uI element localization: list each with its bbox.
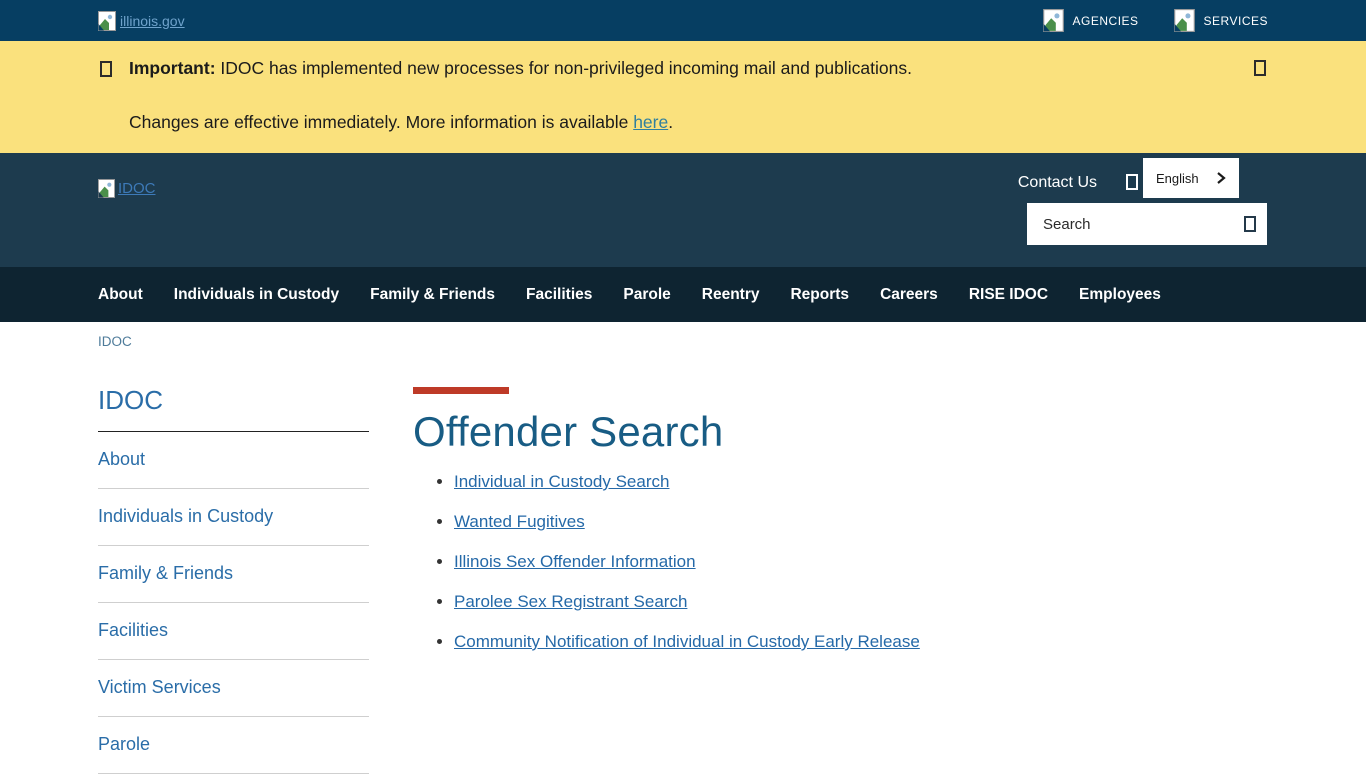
nav-item-reports[interactable]: Reports bbox=[790, 286, 849, 304]
broken-image-icon bbox=[98, 11, 116, 31]
link-illinois-sex-offender-information[interactable]: Illinois Sex Offender Information bbox=[454, 552, 696, 571]
broken-image-icon bbox=[1042, 9, 1065, 32]
alert-important-prefix: Important: bbox=[129, 58, 216, 78]
alert-here-link[interactable]: here bbox=[633, 112, 668, 132]
sidebar-item-about[interactable]: About bbox=[98, 432, 369, 489]
page-content: IDOC IDOC About Individuals in Custody F… bbox=[0, 322, 1366, 774]
nav-item-individuals-in-custody[interactable]: Individuals in Custody bbox=[174, 286, 339, 304]
nav-item-rise-idoc[interactable]: RISE IDOC bbox=[969, 286, 1048, 304]
contact-us-link[interactable]: Contact Us bbox=[1018, 174, 1097, 192]
alert-line-1: Important: IDOC has implemented new proc… bbox=[129, 58, 912, 79]
alert-line-2-text: Changes are effective immediately. More … bbox=[129, 112, 633, 132]
title-accent-bar bbox=[413, 387, 509, 394]
utility-bar-links: AGENCIES SERVICES bbox=[1042, 9, 1268, 32]
services-link[interactable]: SERVICES bbox=[1173, 9, 1268, 32]
language-selected-label: English bbox=[1156, 171, 1199, 186]
nav-item-facilities[interactable]: Facilities bbox=[526, 286, 592, 304]
close-icon bbox=[1254, 60, 1266, 76]
link-parolee-sex-registrant-search[interactable]: Parolee Sex Registrant Search bbox=[454, 592, 687, 611]
search-submit-button[interactable] bbox=[1244, 216, 1256, 232]
chevron-right-icon bbox=[1216, 171, 1226, 185]
nav-item-employees[interactable]: Employees bbox=[1079, 286, 1161, 304]
search-input[interactable] bbox=[1041, 215, 1244, 234]
alert-message: Important: IDOC has implemented new proc… bbox=[129, 58, 912, 133]
illinois-gov-alt-text: illinois.gov bbox=[120, 13, 185, 29]
nav-item-family-friends[interactable]: Family & Friends bbox=[370, 286, 495, 304]
list-item: Illinois Sex Offender Information bbox=[454, 552, 920, 572]
utility-bar: illinois.gov AGENCIES SERVICES bbox=[0, 0, 1366, 41]
alert-line-2-period: . bbox=[668, 112, 673, 132]
sidebar-item-facilities[interactable]: Facilities bbox=[98, 603, 369, 660]
nav-item-reentry[interactable]: Reentry bbox=[702, 286, 760, 304]
list-item: Parolee Sex Registrant Search bbox=[454, 592, 920, 612]
nav-item-about[interactable]: About bbox=[98, 286, 143, 304]
list-item: Wanted Fugitives bbox=[454, 512, 920, 532]
alert-banner: Important: IDOC has implemented new proc… bbox=[0, 41, 1366, 153]
alert-line-2: Changes are effective immediately. More … bbox=[129, 112, 912, 133]
broken-image-icon bbox=[98, 179, 115, 198]
alert-line-1-text: IDOC has implemented new processes for n… bbox=[216, 58, 912, 78]
main-content: Offender Search Individual in Custody Se… bbox=[413, 385, 920, 774]
sidebar-item-parole[interactable]: Parole bbox=[98, 717, 369, 774]
illinois-gov-logo-link[interactable]: illinois.gov bbox=[98, 11, 185, 31]
sidebar-nav: IDOC About Individuals in Custody Family… bbox=[98, 385, 369, 774]
alert-icon bbox=[100, 61, 112, 77]
link-wanted-fugitives[interactable]: Wanted Fugitives bbox=[454, 512, 585, 531]
page-title: Offender Search bbox=[413, 408, 920, 456]
alert-close-button[interactable] bbox=[1254, 60, 1266, 79]
globe-icon bbox=[1126, 174, 1138, 190]
site-header: IDOC Contact Us English bbox=[0, 153, 1366, 267]
offender-search-links: Individual in Custody Search Wanted Fugi… bbox=[413, 472, 920, 652]
sidebar-item-family-friends[interactable]: Family & Friends bbox=[98, 546, 369, 603]
language-selector[interactable]: English bbox=[1143, 158, 1239, 198]
search-icon bbox=[1244, 216, 1256, 232]
link-individual-in-custody-search[interactable]: Individual in Custody Search bbox=[454, 472, 669, 491]
sidebar-item-victim-services[interactable]: Victim Services bbox=[98, 660, 369, 717]
breadcrumb[interactable]: IDOC bbox=[98, 334, 132, 349]
list-item: Community Notification of Individual in … bbox=[454, 632, 920, 652]
link-community-notification-early-release[interactable]: Community Notification of Individual in … bbox=[454, 632, 920, 651]
nav-item-parole[interactable]: Parole bbox=[623, 286, 670, 304]
agencies-label: AGENCIES bbox=[1073, 14, 1139, 28]
sidebar-item-individuals-in-custody[interactable]: Individuals in Custody bbox=[98, 489, 369, 546]
agencies-link[interactable]: AGENCIES bbox=[1042, 9, 1139, 32]
idoc-alt-text: IDOC bbox=[118, 180, 156, 197]
services-label: SERVICES bbox=[1204, 14, 1268, 28]
primary-nav: About Individuals in Custody Family & Fr… bbox=[0, 267, 1366, 322]
site-search bbox=[1027, 203, 1267, 245]
idoc-logo-link[interactable]: IDOC bbox=[98, 179, 156, 198]
sidebar-title-idoc[interactable]: IDOC bbox=[98, 385, 369, 432]
list-item: Individual in Custody Search bbox=[454, 472, 920, 492]
nav-item-careers[interactable]: Careers bbox=[880, 286, 938, 304]
broken-image-icon bbox=[1173, 9, 1196, 32]
